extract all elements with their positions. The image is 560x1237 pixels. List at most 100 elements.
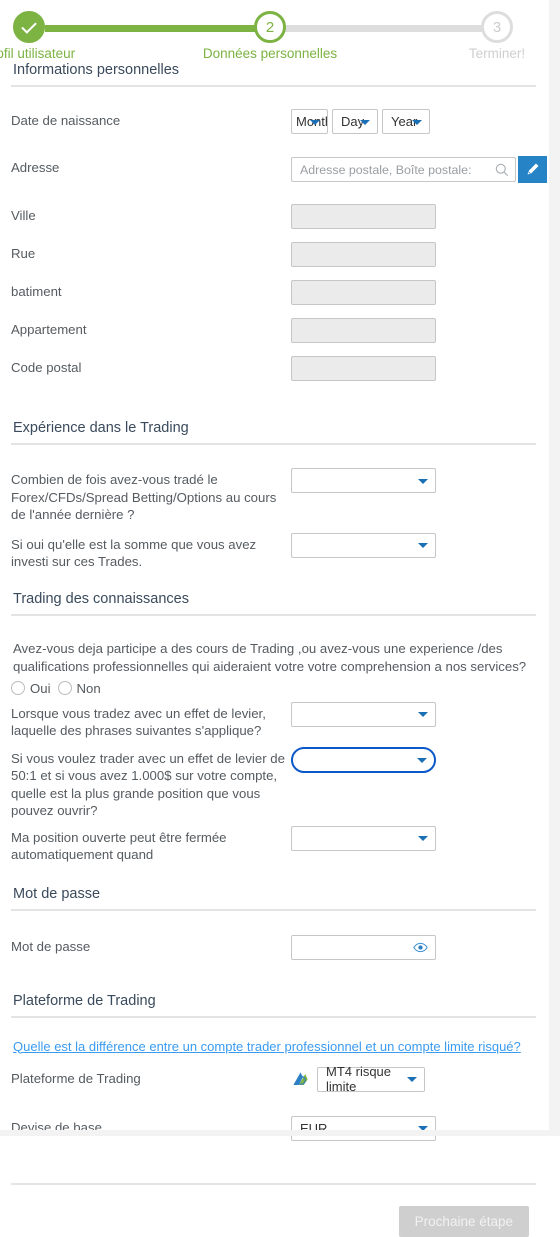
label-code-postal: Code postal (11, 360, 82, 375)
label-mot-de-passe: Mot de passe (11, 938, 91, 954)
label-date-de-naissance: Date de naissance (11, 113, 121, 128)
label-adresse: Adresse (11, 160, 60, 175)
fermeture-automatique-select[interactable] (291, 825, 436, 851)
somme-investie-select[interactable] (291, 532, 436, 558)
chevron-down-icon (418, 543, 428, 548)
section-title-experience-trading: Expérience dans le Trading (11, 420, 536, 445)
row-somme-investie: Si oui qu'elle est la somme que vous ave… (11, 532, 536, 571)
radio-oui-label: Oui (30, 680, 51, 696)
row-date-de-naissance: Date de naissance Month Day Year (11, 109, 536, 147)
label-appartement: Appartement (11, 322, 87, 337)
chevron-down-icon (310, 119, 320, 125)
chevron-down-icon (360, 119, 370, 125)
row-appartement: Appartement (11, 318, 536, 356)
step-1-circle (13, 11, 45, 43)
label-position-maximale: Si vous voulez trader avec un effet de l… (11, 750, 285, 819)
section-title-informations-personnelles: Informations personnelles (11, 62, 536, 87)
radio-option-oui[interactable]: Oui (11, 681, 51, 696)
birthdate-year-select[interactable]: Year (382, 109, 430, 134)
label-ville: Ville (11, 208, 36, 223)
chevron-down-icon (418, 712, 428, 717)
field-adresse: Adresse postale, Boîte postale: (291, 156, 547, 183)
birthdate-month-select[interactable]: Month (291, 109, 328, 134)
field-somme-investie (291, 532, 536, 558)
chevron-down-icon (418, 478, 428, 484)
chevron-down-icon (417, 757, 427, 763)
radio-non-circle[interactable] (57, 681, 72, 695)
eye-icon[interactable] (413, 942, 428, 953)
chevron-down-icon (418, 836, 428, 841)
field-devise-de-base: EUR (291, 1115, 536, 1141)
step-2-circle: 2 (254, 11, 286, 43)
step-2-label: Données personnelles (202, 46, 338, 61)
row-batiment: batiment (11, 280, 536, 318)
label-effet-de-levier: Lorsque vous tradez avec un effet de lev… (11, 705, 266, 739)
label-plateforme-de-trading: Plateforme de Trading (11, 1070, 141, 1086)
stepper-step-terminer[interactable]: 3 Terminer! (417, 11, 560, 61)
row-rue: Rue (11, 242, 536, 280)
step-1-label: Profil utilisateur (0, 46, 76, 61)
label-fermeture-automatique: Ma position ouverte peut être fermée aut… (11, 829, 227, 863)
next-step-button[interactable]: Prochaine étape (398, 1205, 529, 1237)
chevron-down-icon (407, 1077, 417, 1082)
search-icon (495, 163, 509, 176)
address-edit-button[interactable] (518, 156, 547, 183)
appartement-input[interactable] (291, 318, 436, 343)
check-icon (21, 17, 37, 34)
rue-input[interactable] (291, 242, 436, 267)
field-date-de-naissance: Month Day Year (291, 109, 536, 134)
row-plateforme-de-trading: Plateforme de Trading MT4 risque limite (11, 1064, 536, 1105)
metatrader-logo-icon (293, 1071, 308, 1085)
batiment-input[interactable] (291, 280, 436, 305)
mot-de-passe-input[interactable] (291, 934, 436, 960)
address-search-input[interactable]: Adresse postale, Boîte postale: (291, 157, 516, 182)
field-plateforme-de-trading: MT4 risque limite (291, 1064, 536, 1094)
section-title-plateforme-trading: Plateforme de Trading (11, 993, 536, 1018)
section-title-mot-de-passe: Mot de passe (11, 886, 536, 911)
radio-non-label: Non (76, 680, 101, 696)
code-postal-input[interactable] (291, 356, 436, 381)
frequence-trading-select[interactable] (291, 468, 436, 493)
field-rue (291, 242, 536, 267)
field-effet-de-levier (291, 701, 536, 727)
position-maximale-select[interactable] (291, 746, 436, 773)
effet-de-levier-select[interactable] (291, 701, 436, 727)
label-rue: Rue (11, 246, 36, 261)
plateforme-de-trading-value: MT4 risque limite (326, 1064, 392, 1094)
field-position-maximale (291, 746, 536, 773)
step-3-label: Terminer! (468, 46, 526, 61)
section-title-trading-connaissances: Trading des connaissances (11, 591, 536, 616)
label-frequence-trading: Combien de fois avez-vous tradé le Forex… (11, 472, 277, 522)
registration-wizard-page: Profil utilisateur 2 Données personnelle… (0, 0, 560, 1237)
row-mot-de-passe: Mot de passe (11, 934, 536, 973)
knowledge-intro-text: Avez-vous deja participe a des cours de … (13, 640, 527, 674)
field-appartement (291, 318, 536, 343)
ville-input[interactable] (291, 204, 436, 229)
field-code-postal (291, 356, 536, 381)
row-effet-de-levier: Lorsque vous tradez avec un effet de lev… (11, 701, 536, 740)
row-adresse: Adresse Adresse postale, Boîte postale: (11, 156, 547, 194)
stepper-step-donnees-personnelles[interactable]: 2 Données personnelles (190, 11, 350, 61)
pencil-icon (527, 163, 539, 175)
field-fermeture-automatique (291, 825, 536, 851)
label-batiment: batiment (11, 284, 62, 299)
devise-de-base-select[interactable]: EUR (291, 1115, 436, 1141)
row-ville: Ville (11, 204, 536, 242)
radio-oui-circle[interactable] (11, 681, 25, 695)
row-frequence-trading: Combien de fois avez-vous tradé le Forex… (11, 468, 536, 524)
chevron-down-icon (412, 119, 422, 125)
row-position-maximale: Si vous voulez trader avec un effet de l… (11, 746, 536, 820)
knowledge-radio-group: Oui Non (11, 681, 536, 696)
account-type-difference-link[interactable]: Quelle est la différence entre un compte… (11, 1039, 523, 1054)
plateforme-de-trading-select[interactable]: MT4 risque limite (317, 1064, 425, 1094)
field-ville (291, 204, 536, 229)
stepper-step-profil-utilisateur[interactable]: Profil utilisateur (0, 11, 109, 61)
field-mot-de-passe (291, 934, 536, 960)
birthdate-day-select[interactable]: Day (332, 109, 378, 134)
row-fermeture-automatique: Ma position ouverte peut être fermée aut… (11, 825, 536, 864)
form-content: Informations personnelles Date de naissa… (0, 62, 549, 1154)
label-somme-investie: Si oui qu'elle est la somme que vous ave… (11, 536, 257, 570)
radio-option-non[interactable]: Non (57, 680, 101, 696)
wizard-stepper: Profil utilisateur 2 Données personnelle… (0, 0, 549, 62)
field-frequence-trading (291, 468, 536, 493)
